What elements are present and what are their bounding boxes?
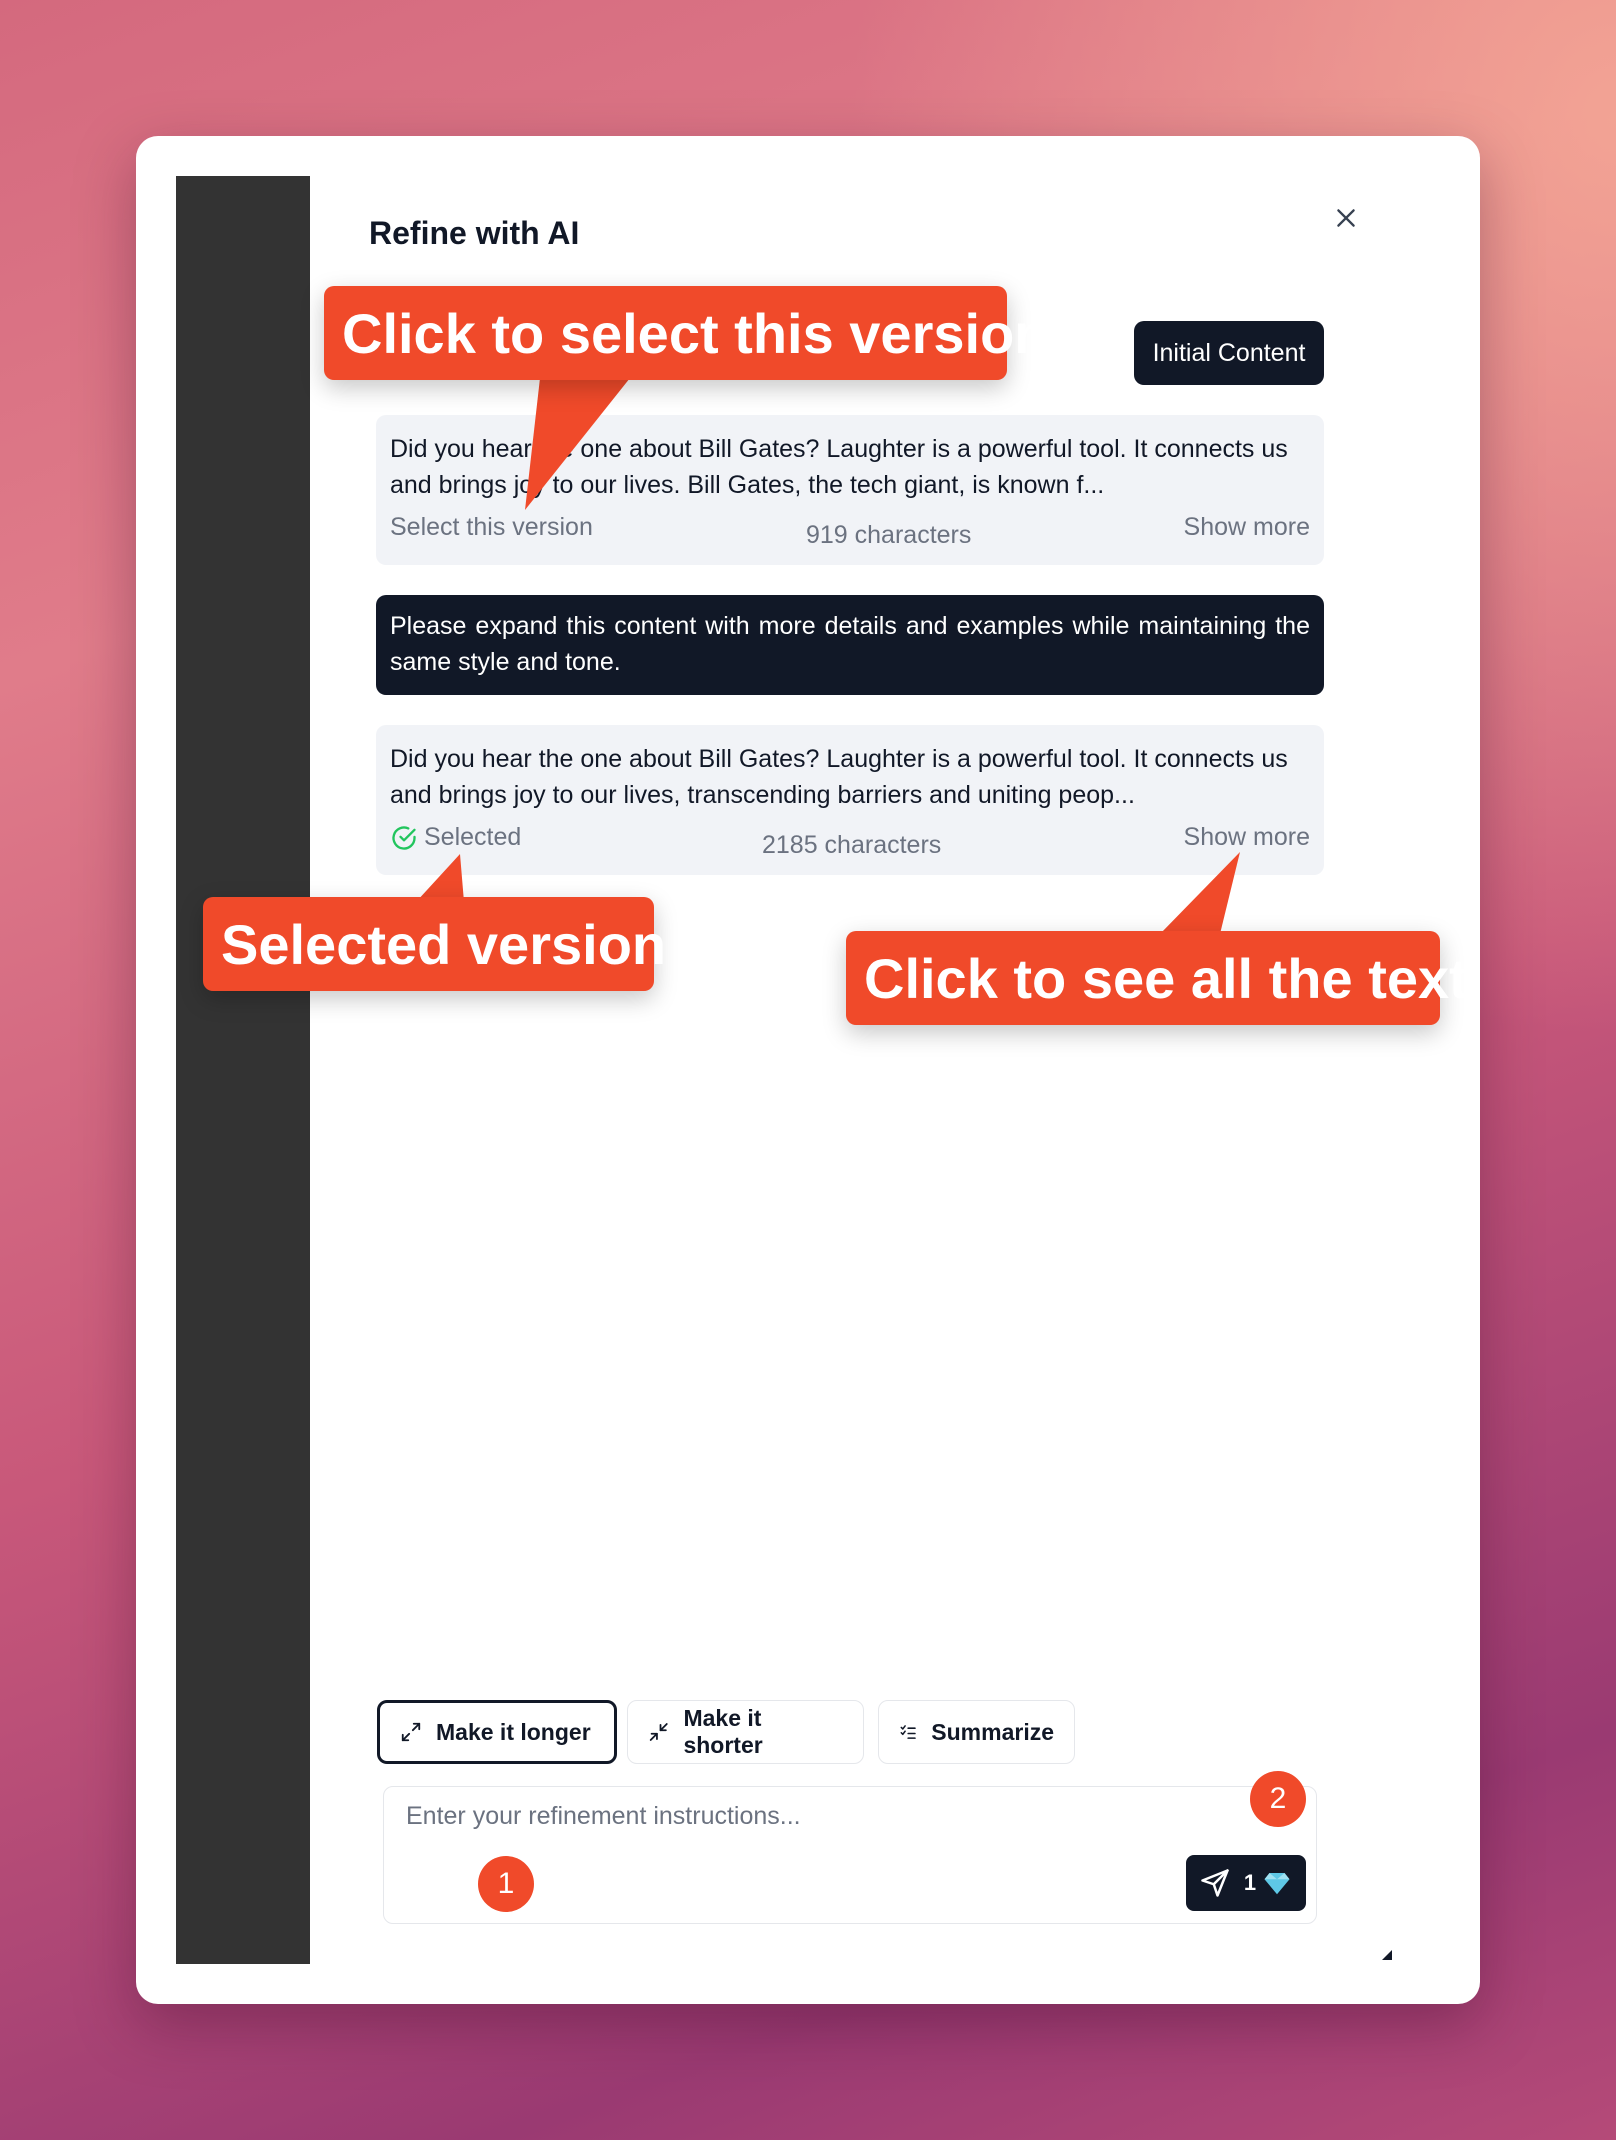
refinement-input[interactable] [404, 1801, 1248, 1832]
step-badge-2: 2 [1250, 1771, 1306, 1827]
character-count: 919 characters [806, 521, 972, 549]
version-text: Did you hear the one about Bill Gates? L… [390, 745, 1288, 809]
summarize-button[interactable]: Summarize [878, 1700, 1075, 1764]
make-shorter-label: Make it shorter [683, 1705, 763, 1758]
selected-status: Selected [390, 823, 521, 852]
callout-select-version: Click to select this version [324, 286, 1048, 380]
send-icon [1201, 1869, 1229, 1897]
close-icon [1337, 209, 1355, 227]
initial-content-label: Initial Content [1134, 321, 1324, 385]
callout-selected-version: Selected version [203, 897, 666, 991]
close-button[interactable] [1324, 196, 1368, 240]
expand-icon [401, 1722, 421, 1742]
character-count: 2185 characters [762, 831, 942, 859]
shrink-icon [649, 1723, 668, 1741]
callout-pointer-show-more [1160, 852, 1240, 934]
make-shorter-button[interactable]: Make it shorter [627, 1700, 864, 1764]
selected-label: Selected [424, 823, 522, 851]
refinement-prompt: Please expand this content with more det… [376, 595, 1324, 695]
send-cost: 1 [1244, 1868, 1292, 1898]
summarize-label: Summarize [931, 1718, 1054, 1745]
list-check-icon [900, 1725, 916, 1739]
callout-see-all-text: Click to see all the text [846, 931, 1468, 1025]
step-badge-1: 1 [478, 1856, 534, 1912]
send-button[interactable]: 1 [1186, 1855, 1306, 1911]
resize-handle-icon[interactable] [1382, 1950, 1392, 1960]
callout-pointer-select [525, 378, 630, 510]
show-more-link[interactable]: Show more [1184, 513, 1310, 542]
make-longer-button[interactable]: Make it longer [377, 1700, 617, 1764]
send-cost-value: 1 [1243, 1870, 1257, 1895]
gem-icon [1264, 1873, 1290, 1895]
sidebar-backdrop [176, 176, 310, 1964]
make-longer-label: Make it longer [436, 1718, 591, 1745]
dialog-title: Refine with AI [369, 215, 580, 251]
check-circle-icon [392, 825, 416, 850]
